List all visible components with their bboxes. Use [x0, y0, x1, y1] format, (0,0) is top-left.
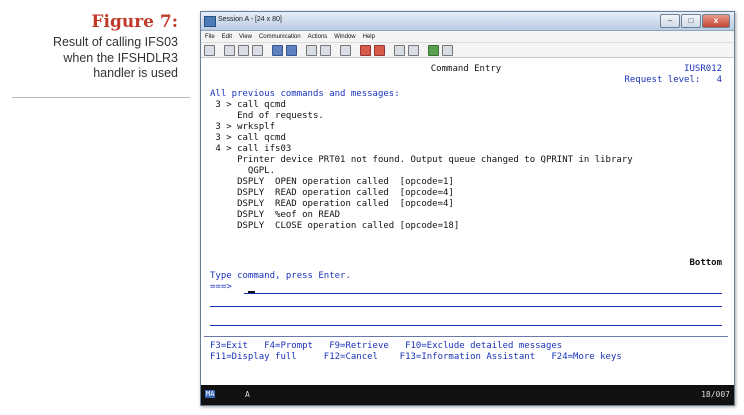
request-level: Request level: 4 — [624, 75, 722, 85]
figure-caption: Figure 7: Result of calling IFS03 when t… — [0, 12, 180, 82]
cut-icon[interactable] — [252, 44, 263, 56]
prompt-arrow: ===> — [210, 282, 232, 292]
copy-icon[interactable] — [224, 44, 235, 56]
figure-desc-line-2: when the IFSHDLR3 — [63, 50, 178, 65]
system-name: IUSR012 — [684, 64, 722, 74]
print-icon[interactable] — [204, 44, 215, 56]
section-header: All previous commands and messages: — [210, 89, 400, 99]
menu-help[interactable]: Help — [363, 34, 375, 40]
keyboard-icon[interactable] — [320, 44, 331, 56]
history-line: 3 > call qcmd — [210, 133, 286, 143]
window-title: Session A - [24 x 80] — [218, 16, 282, 23]
function-keys-row-1: F3=Exit F4=Prompt F9=Retrieve F10=Exclud… — [210, 341, 563, 351]
menu-window[interactable]: Window — [334, 34, 355, 40]
title-bar[interactable]: Session A - [24 x 80] – □ x — [201, 12, 734, 31]
menu-bar: File Edit View Communication Actions Win… — [201, 31, 734, 43]
history-line: DSPLY READ operation called [opcode=4] — [210, 188, 454, 198]
menu-file[interactable]: File — [205, 34, 215, 40]
function-key-separator — [204, 336, 728, 337]
status-bar: MA A 18/007 — [201, 385, 734, 405]
cursor-position: 18/007 — [701, 390, 730, 399]
input-cursor — [248, 291, 255, 293]
paste-icon[interactable] — [238, 44, 249, 56]
screen-title: Command Entry — [430, 64, 502, 74]
history-line: DSPLY OPEN operation called [opcode=1] — [210, 177, 454, 187]
figure-title: Figure 7: — [91, 12, 178, 32]
history-line: Printer device PRT01 not found. Output q… — [210, 155, 633, 165]
help-icon[interactable] — [442, 44, 453, 56]
menu-actions[interactable]: Actions — [308, 34, 328, 40]
emulator-window: Session A - [24 x 80] – □ x File Edit Vi… — [200, 11, 735, 406]
macro-icon[interactable] — [340, 44, 351, 56]
function-keys-row-2: F11=Display full F12=Cancel F13=Informat… — [210, 352, 622, 362]
record-icon[interactable] — [360, 44, 371, 56]
toolbar — [201, 43, 734, 58]
minimize-button[interactable]: – — [660, 14, 680, 28]
stop-icon[interactable] — [374, 44, 385, 56]
history-line: DSPLY READ operation called [opcode=4] — [210, 199, 454, 209]
history-line: DSPLY CLOSE operation called [opcode=18] — [210, 221, 460, 231]
history-line: DSPLY %eof on READ — [210, 210, 341, 220]
history-line: QGPL. — [210, 166, 276, 176]
maximize-button[interactable]: □ — [681, 14, 701, 28]
menu-communication[interactable]: Communication — [259, 34, 301, 40]
play-icon[interactable] — [394, 44, 405, 56]
support-icon[interactable] — [428, 44, 439, 56]
play-all-icon[interactable] — [408, 44, 419, 56]
mode-indicator: MA — [205, 390, 216, 398]
receive-icon[interactable] — [286, 44, 297, 56]
command-input[interactable] — [244, 283, 722, 294]
figure-description: Result of calling IFS03 when the IFSHDLR… — [0, 35, 180, 82]
session-icon — [204, 16, 216, 27]
history-line: 3 > call qcmd — [210, 100, 286, 110]
history-line: End of requests. — [210, 111, 324, 121]
prompt-instruction: Type command, press Enter. — [210, 271, 351, 281]
session-indicator: A — [245, 390, 250, 399]
menu-view[interactable]: View — [239, 34, 252, 40]
command-input-line-2[interactable] — [210, 306, 722, 307]
terminal-screen[interactable]: Command Entry IUSR012 Request level: 4 A… — [204, 60, 728, 382]
window-controls: – □ x — [660, 14, 730, 28]
display-icon[interactable] — [306, 44, 317, 56]
bottom-indicator: Bottom — [689, 258, 722, 268]
command-input-line-3[interactable] — [210, 325, 722, 326]
history-line: 4 > call ifs03 — [210, 144, 292, 154]
caption-divider — [12, 97, 190, 98]
figure-desc-line-3: handler is used — [93, 66, 178, 80]
figure-desc-line-1: Result of calling IFS03 — [52, 35, 178, 49]
close-button[interactable]: x — [702, 14, 730, 28]
send-icon[interactable] — [272, 44, 283, 56]
history-line: 3 > wrksplf — [210, 122, 276, 132]
menu-edit[interactable]: Edit — [222, 34, 232, 40]
